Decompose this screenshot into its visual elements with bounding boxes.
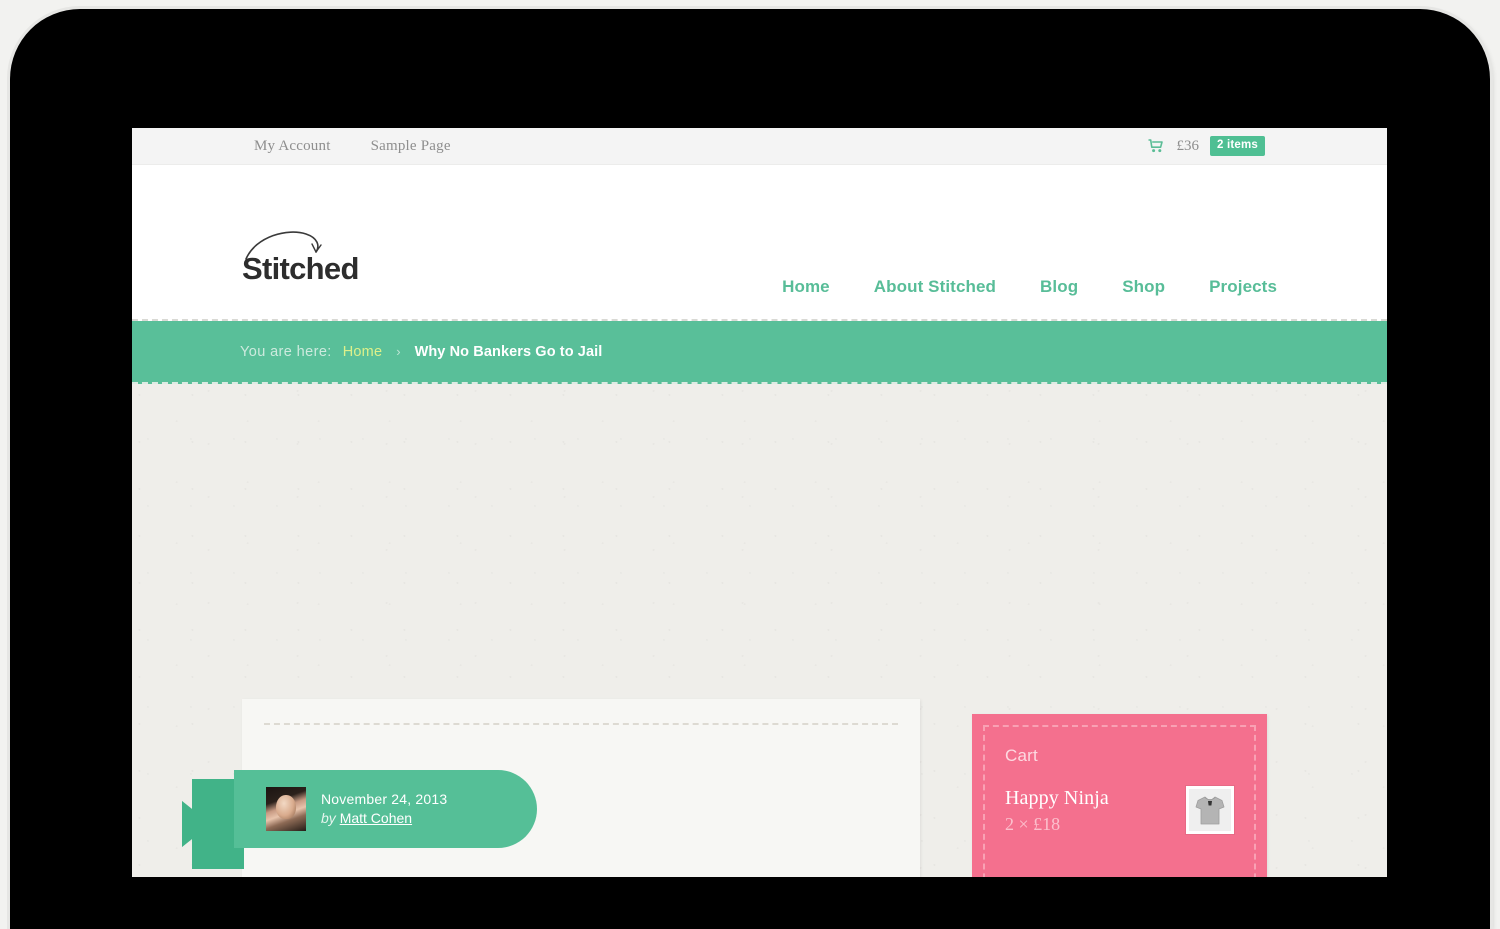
widget-cart-inner: Cart Happy Ninja 2 × £18 bbox=[983, 725, 1256, 877]
widget-cart: Cart Happy Ninja 2 × £18 bbox=[972, 714, 1267, 877]
shopping-cart-icon bbox=[1148, 139, 1165, 153]
breadcrumb-link-home[interactable]: Home bbox=[343, 344, 382, 360]
top-utility-bar: My Account Sample Page £36 2 items bbox=[132, 128, 1387, 165]
site-header: Stitched Home About Stitched Blog Shop P… bbox=[132, 165, 1387, 321]
nav-item-projects[interactable]: Projects bbox=[1209, 277, 1277, 297]
breadcrumb-bar: You are here: Home › Why No Bankers Go t… bbox=[132, 321, 1387, 384]
post-author-link[interactable]: Matt Cohen bbox=[340, 810, 412, 826]
cart-line-item-text: Happy Ninja 2 × £18 bbox=[1005, 786, 1109, 838]
site-logo[interactable]: Stitched bbox=[242, 231, 359, 286]
breadcrumb-label: You are here: bbox=[240, 343, 332, 360]
sidebar: Cart Happy Ninja 2 × £18 bbox=[972, 714, 1267, 877]
topbar-cart-total: £36 bbox=[1176, 137, 1199, 154]
nav-item-home[interactable]: Home bbox=[782, 277, 830, 297]
cart-item-quantity-price: 2 × £18 bbox=[1005, 814, 1061, 834]
byline-label: by bbox=[321, 810, 336, 826]
breadcrumb-current-page: Why No Bankers Go to Jail bbox=[414, 343, 603, 360]
logo-wordmark: Stitched bbox=[242, 251, 359, 286]
main-navigation: Home About Stitched Blog Shop Projects bbox=[782, 277, 1277, 297]
device-bezel: My Account Sample Page £36 2 items Stitc… bbox=[10, 9, 1490, 929]
tshirt-thumbnail[interactable] bbox=[1186, 786, 1234, 834]
nav-item-about-stitched[interactable]: About Stitched bbox=[874, 277, 996, 297]
author-avatar bbox=[266, 787, 306, 831]
topbar-link-sample-page[interactable]: Sample Page bbox=[371, 138, 451, 155]
tshirt-icon bbox=[1189, 789, 1231, 831]
widget-cart-title: Cart bbox=[1005, 746, 1038, 765]
topbar-cart-item-count-badge: 2 items bbox=[1209, 136, 1265, 156]
chevron-right-icon: › bbox=[396, 344, 401, 359]
cart-line-item: Happy Ninja 2 × £18 bbox=[1005, 786, 1234, 838]
post-meta-text: November 24, 2013 by Matt Cohen bbox=[321, 790, 447, 828]
browser-viewport: My Account Sample Page £36 2 items Stitc… bbox=[132, 128, 1387, 877]
topbar-link-my-account[interactable]: My Account bbox=[254, 138, 331, 155]
breadcrumb: You are here: Home › Why No Bankers Go t… bbox=[240, 344, 602, 360]
article-top-divider bbox=[264, 723, 898, 725]
page-body: November 24, 2013 by Matt Cohen Why No B… bbox=[132, 384, 1387, 877]
nav-item-blog[interactable]: Blog bbox=[1040, 277, 1078, 297]
nav-item-shop[interactable]: Shop bbox=[1122, 277, 1165, 297]
post-meta-ribbon: November 24, 2013 by Matt Cohen bbox=[182, 770, 537, 869]
topbar-cart-summary[interactable]: £36 2 items bbox=[1148, 136, 1265, 156]
cart-item-name[interactable]: Happy Ninja bbox=[1005, 786, 1109, 811]
post-byline: by Matt Cohen bbox=[321, 809, 447, 828]
post-date: November 24, 2013 bbox=[321, 791, 448, 808]
ribbon-body: November 24, 2013 by Matt Cohen bbox=[234, 770, 537, 848]
top-utility-links: My Account Sample Page bbox=[254, 138, 451, 155]
